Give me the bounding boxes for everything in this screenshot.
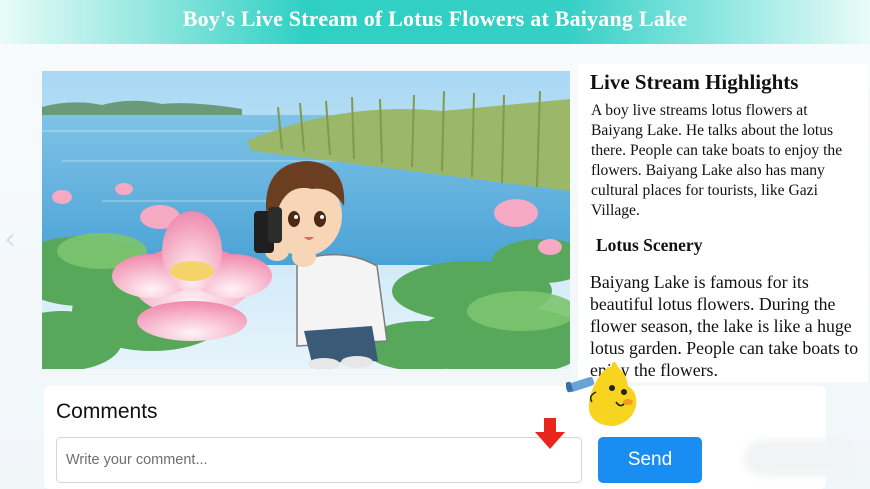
comments-title: Comments — [56, 400, 158, 423]
info-panel: Live Stream Highlights A boy live stream… — [578, 64, 868, 382]
send-button[interactable]: Send — [598, 437, 702, 483]
scenery-heading: Lotus Scenery — [596, 235, 703, 255]
page-header: Boy's Live Stream of Lotus Flowers at Ba… — [0, 0, 870, 44]
blurred-button[interactable] — [744, 440, 856, 476]
live-stream-image[interactable] — [42, 71, 570, 369]
down-arrow-icon — [535, 418, 565, 449]
mascot-icon — [566, 362, 637, 426]
chevron-left-icon[interactable]: ‹ — [4, 222, 16, 257]
page-title: Boy's Live Stream of Lotus Flowers at Ba… — [182, 6, 688, 31]
comments-section: Comments Send — [44, 386, 826, 489]
stream-illustration — [42, 71, 570, 369]
comment-input[interactable] — [56, 437, 582, 483]
highlights-text: A boy live streams lotus flowers at Baiy… — [591, 102, 843, 219]
highlights-heading: Live Stream Highlights — [590, 70, 799, 94]
